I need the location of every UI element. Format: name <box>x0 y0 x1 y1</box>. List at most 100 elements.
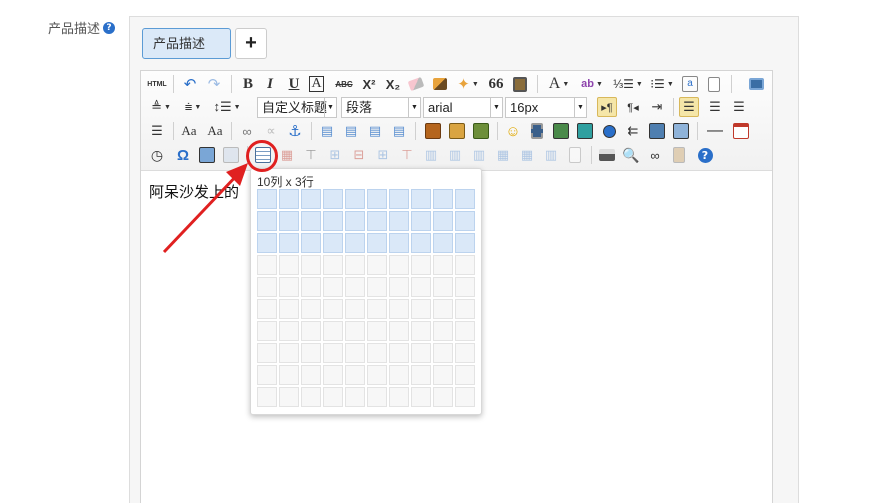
indent-icon[interactable]: ⇥ <box>647 97 667 117</box>
table-grid-cell[interactable] <box>345 277 365 297</box>
table-grid-cell[interactable] <box>455 387 475 407</box>
table-grid-cell[interactable] <box>433 343 453 363</box>
table-grid-cell[interactable] <box>411 365 431 385</box>
table-grid-cell[interactable] <box>389 387 409 407</box>
table-grid-cell[interactable] <box>279 255 299 275</box>
format-painter-icon[interactable] <box>431 74 449 94</box>
table-grid-cell[interactable] <box>257 299 277 319</box>
table-grid-cell[interactable] <box>433 233 453 253</box>
delete-row-icon[interactable]: ⊟ <box>349 145 369 165</box>
table-grid-cell[interactable] <box>389 321 409 341</box>
blockquote-button[interactable]: 66 <box>487 74 505 94</box>
font-family-select[interactable]: arial ▼ <box>423 97 503 118</box>
table-grid-cell[interactable] <box>257 233 277 253</box>
bold-button[interactable]: B <box>239 74 257 94</box>
date-icon[interactable] <box>731 121 751 141</box>
table-grid-cell[interactable] <box>389 299 409 319</box>
table-grid-cell[interactable] <box>411 233 431 253</box>
table-grid-cell[interactable] <box>279 277 299 297</box>
table-grid-cell[interactable] <box>411 343 431 363</box>
insert-row-icon[interactable]: ⊞ <box>325 145 345 165</box>
table-grid-cell[interactable] <box>301 299 321 319</box>
anchor-icon[interactable]: ⚓ <box>285 121 305 141</box>
preview-icon[interactable]: 🔍 <box>621 145 641 165</box>
map-icon[interactable] <box>575 121 595 141</box>
split-to-cells-icon[interactable]: ▦ <box>493 145 513 165</box>
table-grid-cell[interactable] <box>345 387 365 407</box>
highlight-color-icon[interactable]: ab ▼ <box>577 74 607 94</box>
table-grid-cell[interactable] <box>389 277 409 297</box>
auto-type-icon[interactable]: a <box>681 74 699 94</box>
table-grid-cell[interactable] <box>389 189 409 209</box>
eraser-icon[interactable] <box>407 74 425 94</box>
font-color-button[interactable]: A ▼ <box>545 74 573 94</box>
table-grid-cell[interactable] <box>345 299 365 319</box>
table-grid-cell[interactable] <box>455 277 475 297</box>
attachment-icon[interactable] <box>551 121 571 141</box>
align-justify-icon[interactable]: ☰ <box>147 121 167 141</box>
table-grid-cell[interactable] <box>433 211 453 231</box>
table-grid-cell[interactable] <box>367 277 387 297</box>
table-size-picker[interactable]: 10列 x 3行 <box>250 168 482 415</box>
table-grid-cell[interactable] <box>279 365 299 385</box>
insert-image-icon[interactable] <box>447 121 467 141</box>
custom-heading-select[interactable]: 自定义标题 ▼ <box>257 97 337 118</box>
table-grid-cell[interactable] <box>367 299 387 319</box>
font-size-select[interactable]: 16px ▼ <box>505 97 587 118</box>
ordered-list-icon[interactable]: ⅓☰ ▼ <box>613 74 643 94</box>
subscript-button[interactable]: X₂ <box>383 74 403 94</box>
insert-paragraph-before-table-icon[interactable]: ⊤ <box>301 145 321 165</box>
table-grid-cell[interactable] <box>411 211 431 231</box>
table-grid-cell[interactable] <box>411 189 431 209</box>
table-grid-cell[interactable] <box>301 189 321 209</box>
table-grid-cell[interactable] <box>323 189 343 209</box>
table-grid-cell[interactable] <box>455 255 475 275</box>
table-grid-cell[interactable] <box>455 365 475 385</box>
merge-down-icon[interactable]: ▥ <box>469 145 489 165</box>
table-grid-cell[interactable] <box>455 299 475 319</box>
row-spacing-bottom-icon[interactable]: ⩧ ▼ <box>179 97 207 117</box>
table-grid-cell[interactable] <box>301 277 321 297</box>
row-spacing-top-icon[interactable]: ≜ ▼ <box>147 97 175 117</box>
image-none-icon[interactable]: ▤ <box>317 121 337 141</box>
table-grid-cell[interactable] <box>323 387 343 407</box>
table-grid-cell[interactable] <box>345 365 365 385</box>
table-grid-cell[interactable] <box>455 321 475 341</box>
table-grid-cell[interactable] <box>455 233 475 253</box>
time-icon[interactable]: ◷ <box>147 145 167 165</box>
smiley-icon[interactable]: ☺ <box>503 121 523 141</box>
table-grid-cell[interactable] <box>279 321 299 341</box>
underline-button[interactable]: U <box>285 74 303 94</box>
table-grid-cell[interactable] <box>389 255 409 275</box>
table-grid-cell[interactable] <box>367 233 387 253</box>
drafts-icon[interactable] <box>669 145 689 165</box>
table-grid-cell[interactable] <box>389 233 409 253</box>
simple-upload-icon[interactable] <box>423 121 443 141</box>
table-grid-cell[interactable] <box>301 387 321 407</box>
delete-col-icon[interactable]: ⊤ <box>397 145 417 165</box>
table-grid-cell[interactable] <box>279 387 299 407</box>
table-grid-cell[interactable] <box>433 255 453 275</box>
table-grid-cell[interactable] <box>433 387 453 407</box>
image-left-icon[interactable]: ▤ <box>341 121 361 141</box>
table-grid-cell[interactable] <box>433 189 453 209</box>
undo-icon[interactable]: ↶ <box>181 74 199 94</box>
rtl-direction-icon[interactable]: ¶◂ <box>623 97 643 117</box>
table-size-grid[interactable] <box>257 189 477 409</box>
table-grid-cell[interactable] <box>433 321 453 341</box>
table-grid-cell[interactable] <box>367 343 387 363</box>
google-map-icon[interactable] <box>599 121 619 141</box>
align-left-icon[interactable]: ☰ <box>679 97 699 117</box>
italic-button[interactable]: I <box>261 74 279 94</box>
table-grid-cell[interactable] <box>367 321 387 341</box>
table-grid-cell[interactable] <box>411 299 431 319</box>
insert-frame-icon[interactable]: ⇇ <box>623 121 643 141</box>
table-grid-cell[interactable] <box>323 211 343 231</box>
table-grid-cell[interactable] <box>345 255 365 275</box>
html-source-button[interactable]: HTML <box>147 74 167 94</box>
table-grid-cell[interactable] <box>411 255 431 275</box>
table-grid-cell[interactable] <box>279 233 299 253</box>
font-border-button[interactable]: A <box>309 76 324 92</box>
table-grid-cell[interactable] <box>301 255 321 275</box>
ltr-direction-icon[interactable]: ▸¶ <box>597 97 617 117</box>
